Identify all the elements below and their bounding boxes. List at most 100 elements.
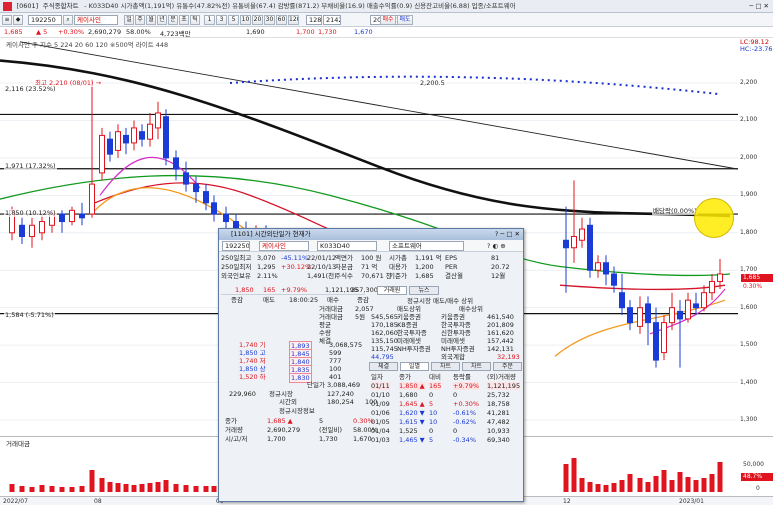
volume-bar (79, 486, 85, 492)
count-input[interactable]: 128 (306, 15, 322, 25)
price-rate: +0.30% (58, 28, 85, 36)
volume-bar (9, 484, 15, 492)
buy-button[interactable]: 매수 (380, 15, 396, 25)
ma-dotted-line (229, 75, 721, 96)
candle-body (107, 138, 113, 155)
info-cell: 자본금 (335, 263, 353, 271)
broker-tab[interactable]: 뉴스 (409, 286, 439, 295)
volume-bar (39, 485, 45, 492)
window-controls[interactable]: ─ □ ✕ (749, 0, 769, 12)
info-cell: 250일최고 (221, 254, 252, 262)
volume-bar (163, 480, 169, 492)
volume-bar (701, 478, 707, 492)
trend-line (19, 41, 739, 170)
daily-cell: 5 (429, 400, 434, 408)
hline-label-2: 1,971 (17.32%) (4, 162, 57, 170)
regular-info-cell: 1,730 (319, 435, 338, 443)
orderbook-stat-value: 2,057 (355, 305, 374, 313)
candle-body (123, 134, 129, 144)
regular-info-cell: 시/고/저 (225, 435, 248, 443)
chart-mode-button[interactable]: 틱 (190, 15, 200, 25)
popup-help-icons[interactable]: ? ◐ ⊕ (487, 242, 506, 250)
candle-body (685, 299, 691, 320)
popup-name-field[interactable]: 케이사인 (259, 241, 309, 251)
volume: 2,690,279 (88, 28, 122, 36)
popup-code-input[interactable]: 192250 (222, 241, 250, 251)
regular-label: 정규시장 (269, 390, 293, 398)
info-cell: EPS (445, 254, 458, 262)
candle-body (131, 127, 137, 144)
detail-tab[interactable]: 차트 (462, 362, 491, 371)
after-hours-quote-window[interactable]: [1101] 시간외단일가 현재가 ? ─ □ ✕ 192250 케이사인 K0… (218, 228, 524, 502)
info-cell: 100 원 (361, 254, 382, 262)
favorite-button[interactable]: ◆ (13, 15, 23, 25)
daily-cell: 5 (429, 436, 434, 444)
broker-cell: 한국투자증 (441, 321, 471, 329)
x-tick: 08 (94, 498, 102, 505)
stock-name-field[interactable]: 케이사인 (74, 15, 118, 25)
foreign-buy: 32,193 (497, 353, 520, 361)
broker-tab[interactable]: 거래원 (377, 286, 407, 295)
broker-cell: NH투자증권 (441, 345, 475, 353)
volume-bar (661, 470, 667, 492)
candle-body (29, 224, 35, 238)
info-cell: 12월 (491, 272, 506, 280)
detail-tab[interactable]: 체결 (369, 362, 398, 371)
detail-tab[interactable]: 일별 (400, 362, 429, 371)
period-button[interactable]: 10 (240, 15, 251, 25)
period-button[interactable]: 5 (228, 15, 239, 25)
broker-cell: 키움증권 (397, 313, 421, 321)
chart-mode-button[interactable]: 주 (135, 15, 145, 25)
period-button[interactable]: 3 (216, 15, 227, 25)
chart-mode-button[interactable]: 일 (124, 15, 134, 25)
broker-cell: 135,150 (371, 337, 398, 345)
price-level-label: 1,850 상 (239, 365, 266, 373)
period-button[interactable]: 120 (288, 15, 299, 25)
volume-tick-zero: 0 (756, 485, 760, 492)
chart-mode-button[interactable]: 초 (179, 15, 189, 25)
candle-body (79, 213, 85, 219)
candle-body (89, 183, 95, 215)
candle-body (645, 303, 651, 324)
menu-button[interactable]: ≡ (2, 15, 12, 25)
candle-body (69, 209, 75, 223)
broker-cell: 161,620 (487, 329, 514, 337)
detail-tab[interactable]: 차트 (431, 362, 460, 371)
orderbook-header: 18:00:25 (289, 296, 319, 304)
chart-mode-button[interactable]: 분 (168, 15, 178, 25)
screen-name: 주식종합차트 (42, 2, 79, 10)
period-button[interactable]: 30 (264, 15, 275, 25)
volume-bar (211, 486, 217, 492)
daily-cell: 1,680 (399, 391, 418, 399)
info-cell: 250일최저 (221, 263, 252, 271)
daily-cell: -0.62% (453, 418, 476, 426)
period-button[interactable]: 20 (252, 15, 263, 25)
popup-window-controls[interactable]: ? ─ □ ✕ (495, 229, 520, 240)
after-hours-label: 시간외 (279, 398, 297, 406)
stock-code-input[interactable]: 192250 (28, 15, 62, 25)
broker-cell: 461,540 (487, 313, 514, 321)
detail-tab[interactable]: 주문 (493, 362, 522, 371)
ask-quantity: 599 (329, 349, 342, 357)
y-tick: 2,200 (740, 79, 758, 86)
period-button[interactable]: 1 (204, 15, 215, 25)
broker-cell: 미래에셋 (441, 337, 465, 345)
daily-cell: 1,645 ▲ (399, 400, 425, 408)
search-icon[interactable]: ⌕ (63, 15, 73, 25)
sell-button[interactable]: 매도 (397, 15, 413, 25)
daily-cell: 47,482 (487, 418, 510, 426)
chart-mode-button[interactable]: 월 (146, 15, 156, 25)
popup-sector-field: 소프트웨어 (389, 241, 464, 251)
daily-cell: 01/03 (371, 436, 390, 444)
period-button[interactable]: 60 (276, 15, 287, 25)
price-info-bar: 1,685 ▲ 5 +0.30% 2,690,279 58.00% 4,723백… (0, 27, 773, 38)
candle-body (223, 213, 229, 223)
trade-amount: 4,723백만 (160, 30, 191, 38)
orderbook-header: 증감 (231, 296, 243, 304)
orderbook-stat-label: 평균 (319, 321, 331, 329)
popup-title-bar[interactable]: [1101] 시간외단일가 현재가 ? ─ □ ✕ (219, 229, 523, 240)
chart-mode-button[interactable]: 년 (157, 15, 167, 25)
broker-cell: 142,131 (487, 345, 514, 353)
daily-cell: -0.61% (453, 409, 476, 417)
regular-info-cell: 종가 (225, 417, 237, 425)
